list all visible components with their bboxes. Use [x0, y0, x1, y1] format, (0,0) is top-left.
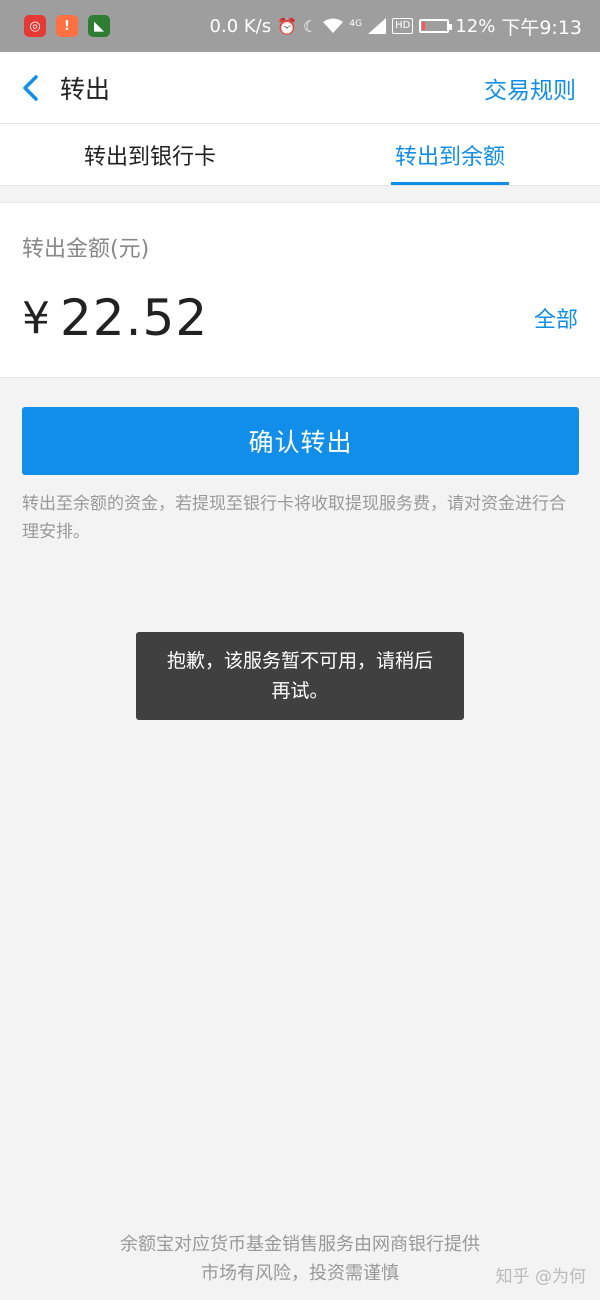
active-tab-indicator [391, 182, 509, 185]
currency-symbol: ¥ [22, 292, 50, 344]
notification-alert-icon: ! [56, 15, 78, 37]
network-type: 4G [349, 18, 363, 29]
signal-icon [368, 18, 387, 34]
confirm-transfer-button[interactable]: 确认转出 [22, 407, 579, 475]
hd-badge: HD [392, 18, 414, 34]
tab-to-balance[interactable]: 转出到余额 [300, 124, 600, 185]
fee-notice: 转出至余额的资金，若提现至银行卡将收取提现服务费，请对资金进行合理安排。 [22, 494, 566, 542]
toast-message: 抱歉，该服务暂不可用，请稍后再试。 [166, 650, 433, 702]
status-bar: ◎ ! ◣ 0.0 K/s ⏰ ☾ 4G HD 12% 下午9:13 [0, 0, 600, 52]
amount-label: 转出金额(元) [22, 237, 150, 262]
error-toast: 抱歉，该服务暂不可用，请稍后再试。 [136, 632, 464, 720]
moon-icon: ☾ [303, 16, 318, 36]
title-bar: 转出 交易规则 [0, 52, 600, 124]
netease-music-icon: ◎ [24, 15, 46, 37]
watermark: 知乎 @为何 [495, 1267, 586, 1287]
amount-input[interactable]: 22.52 [60, 289, 208, 347]
trade-rules-link[interactable]: 交易规则 [484, 71, 576, 105]
tab-to-bank-card[interactable]: 转出到银行卡 [0, 124, 300, 185]
wifi-icon [323, 18, 344, 33]
amount-card: 转出金额(元) ¥ 22.52 全部 [0, 202, 600, 378]
alarm-icon: ⏰ [277, 16, 298, 36]
clock: 下午9:13 [501, 16, 582, 39]
system-status: 0.0 K/s ⏰ ☾ 4G HD 12% 下午9:13 [210, 13, 582, 40]
battery-icon [419, 19, 453, 33]
notification-icons: ◎ ! ◣ [24, 15, 110, 37]
footer-line-1: 余额宝对应货币基金销售服务由网商银行提供 [120, 1234, 480, 1255]
battery-percent: 12% [455, 15, 496, 37]
net-speed: 0.0 K/s [209, 15, 272, 37]
chevron-left-icon [23, 74, 38, 101]
withdraw-all-button[interactable]: 全部 [534, 302, 578, 334]
page-title: 转出 [60, 74, 111, 104]
tab-label: 转出到余额 [394, 144, 505, 170]
back-button[interactable] [0, 52, 60, 124]
tab-label: 转出到银行卡 [83, 144, 216, 170]
app-notification-icon: ◣ [88, 15, 110, 37]
transfer-tabs: 转出到银行卡 转出到余额 [0, 124, 600, 186]
amount-row: ¥ 22.52 全部 [22, 283, 578, 353]
battery-level [422, 22, 426, 30]
